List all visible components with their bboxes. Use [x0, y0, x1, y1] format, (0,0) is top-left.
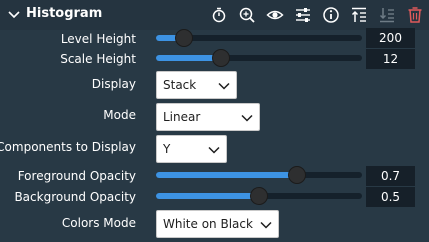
chevron-down-icon [260, 221, 272, 229]
scale-height-slider[interactable] [156, 49, 362, 67]
panel-header: Histogram [0, 0, 429, 30]
components-label: Components to Display [0, 140, 136, 154]
slider-fill [156, 172, 297, 178]
components-selected: Y [163, 142, 171, 156]
foreground-opacity-slider[interactable] [156, 166, 362, 184]
timer-icon[interactable] [210, 6, 228, 24]
slider-thumb[interactable] [174, 29, 193, 47]
eye-icon[interactable] [266, 6, 284, 24]
slider-thumb[interactable] [212, 49, 231, 67]
display-dropdown[interactable]: Stack [156, 71, 237, 99]
level-height-value[interactable]: 200 [366, 28, 415, 48]
components-dropdown[interactable]: Y [156, 135, 227, 163]
slider-fill [156, 193, 259, 199]
mode-selected: Linear [163, 110, 201, 124]
colors-mode-label: Colors Mode [61, 216, 136, 230]
chevron-down-icon [241, 114, 253, 122]
sliders-icon[interactable] [294, 6, 312, 24]
colors-mode-selected: White on Black [163, 217, 253, 231]
display-label: Display [91, 77, 136, 91]
colors-mode-dropdown[interactable]: White on Black [156, 210, 279, 238]
collapse-chevron-icon[interactable] [7, 8, 21, 22]
foreground-opacity-label: Foreground Opacity [17, 169, 136, 183]
slider-thumb[interactable] [287, 166, 306, 184]
foreground-opacity-value[interactable]: 0.7 [366, 166, 415, 186]
panel-title: Histogram [26, 6, 103, 21]
background-opacity-label: Background Opacity [14, 190, 136, 204]
background-opacity-slider[interactable] [156, 187, 362, 205]
level-height-slider[interactable] [156, 29, 362, 47]
move-to-top-icon[interactable] [350, 6, 368, 24]
trash-icon[interactable] [406, 6, 424, 24]
info-icon[interactable] [322, 6, 340, 24]
chevron-down-icon [218, 82, 230, 90]
scale-height-value[interactable]: 12 [366, 49, 415, 69]
move-down-icon[interactable] [378, 6, 396, 24]
background-opacity-value[interactable]: 0.5 [366, 187, 415, 207]
mode-label: Mode [103, 108, 136, 122]
zoom-icon[interactable] [238, 6, 256, 24]
chevron-down-icon [208, 146, 220, 154]
level-height-label: Level Height [60, 32, 136, 46]
mode-dropdown[interactable]: Linear [156, 103, 260, 131]
scale-height-label: Scale Height [60, 52, 136, 66]
slider-thumb[interactable] [250, 187, 268, 205]
display-selected: Stack [163, 78, 197, 92]
